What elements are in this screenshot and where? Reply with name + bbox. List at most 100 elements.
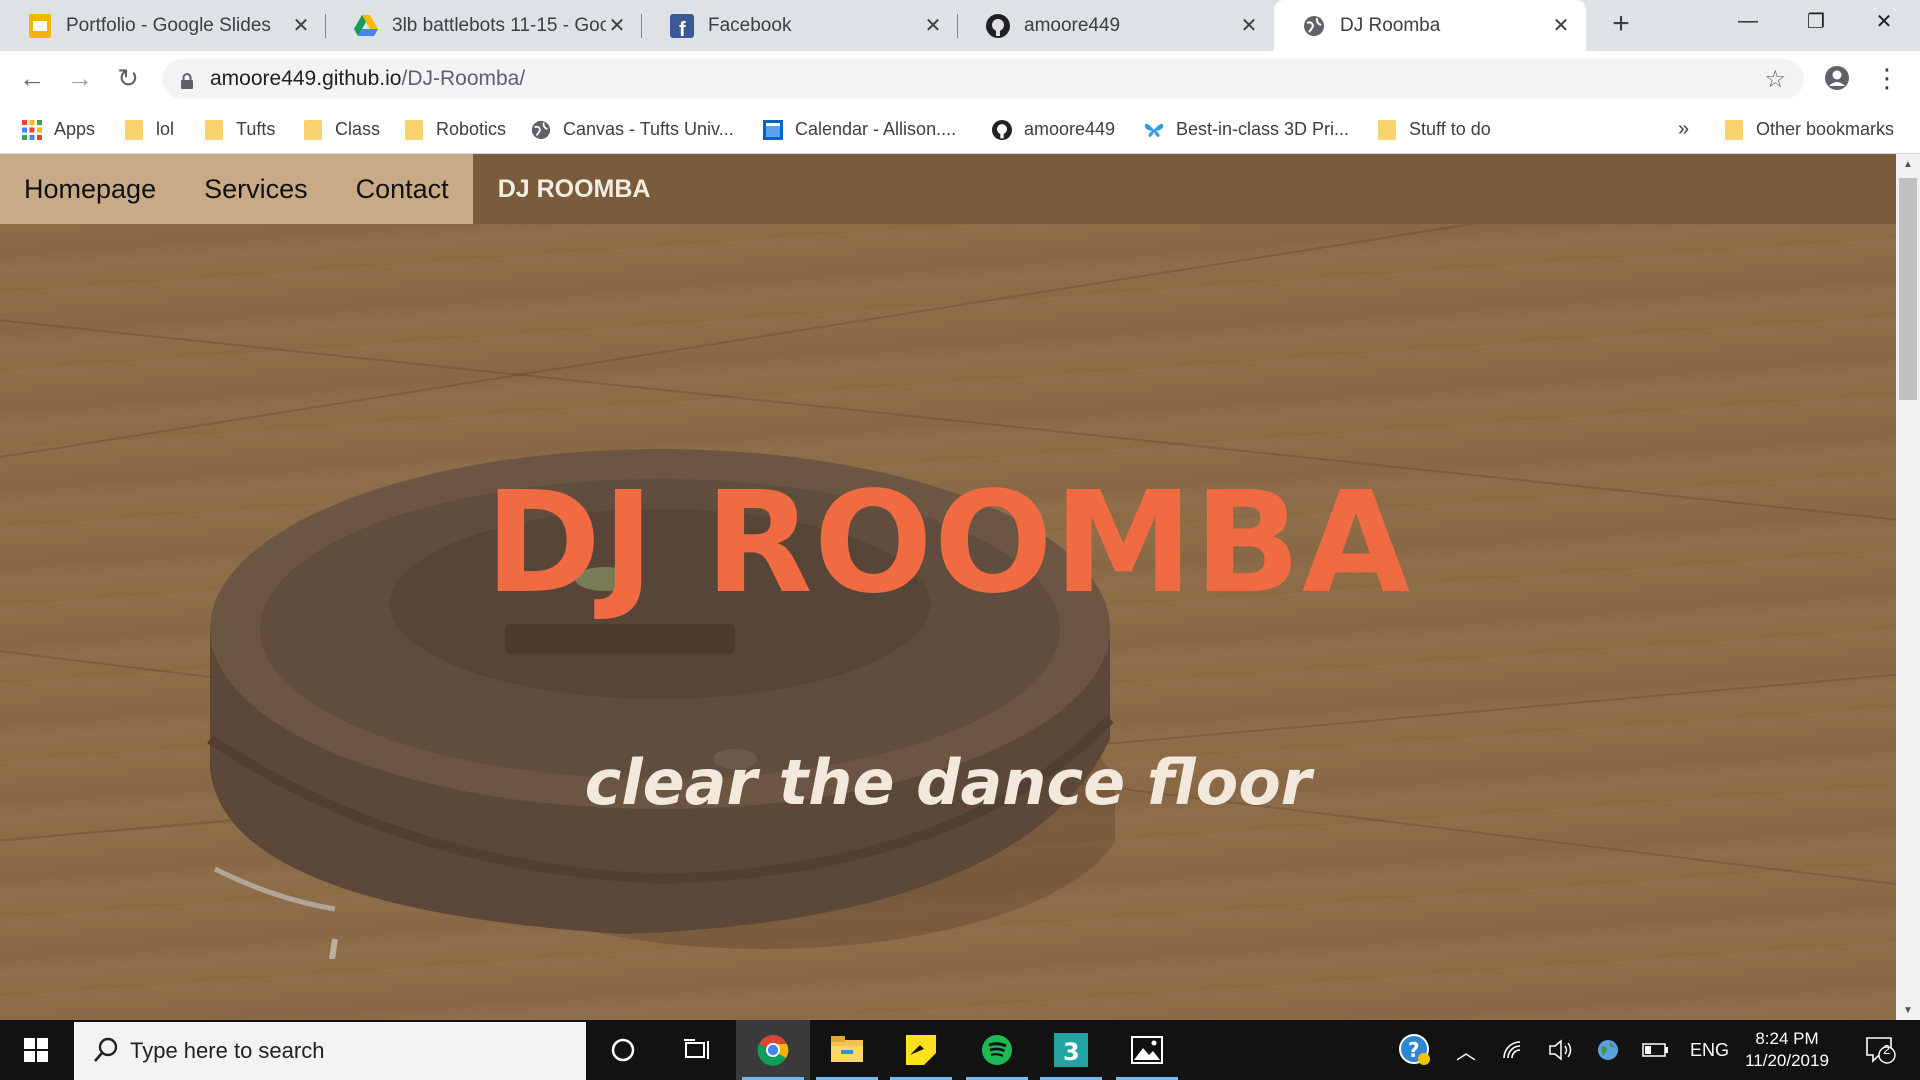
close-icon[interactable]: ✕ [606,13,628,38]
photos-icon[interactable] [1110,1020,1184,1080]
back-button[interactable]: ← [13,59,51,97]
bookmarks-overflow-button[interactable]: » [1678,105,1689,154]
forward-button[interactable]: → [61,59,99,97]
close-icon[interactable]: ✕ [922,13,944,38]
bookmark-github[interactable]: amoore449 [992,105,1115,154]
help-tray-icon[interactable]: ? [1398,1020,1432,1080]
nav-homepage[interactable]: Homepage [0,154,180,224]
notifications-icon[interactable]: 2 [1856,1020,1906,1080]
profile-avatar-icon[interactable] [1818,59,1856,97]
file-explorer-icon[interactable] [810,1020,884,1080]
scroll-up-arrow-icon[interactable]: ▲ [1896,154,1920,174]
bookmark-label: amoore449 [1024,119,1116,139]
browser-tab-strip: Portfolio - Google Slides ✕ 3lb battlebo… [0,0,1920,51]
bookmark-calendar[interactable]: Calendar - Allison.... [763,105,956,154]
tab-title: Portfolio - Google Slides [66,14,271,36]
language-indicator[interactable]: ENG [1690,1020,1729,1080]
browser-toolbar: ← → ↻ amoore449.github.io/DJ-Roomba/ ☆ ⋮ [0,51,1920,105]
chrome-menu-button[interactable]: ⋮ [1868,59,1906,97]
window-close-button[interactable]: ✕ [1850,0,1918,42]
new-tab-button[interactable]: + [1603,6,1639,42]
bookmark-label: Best-in-class 3D Pri... [1176,119,1350,139]
hero-section: DJ ROOMBA clear the dance floor [0,224,1896,1020]
bookmark-stuff-to-do[interactable]: Stuff to do [1377,105,1491,154]
scrollbar-thumb[interactable] [1899,178,1917,400]
lock-icon [180,71,194,89]
page-viewport: Homepage Services Contact DJ ROOMBA DJ R… [0,154,1896,1020]
notification-count: 2 [1883,1042,1891,1057]
page-scrollbar[interactable]: ▲ ▼ [1896,154,1920,1020]
tab-facebook[interactable]: f Facebook ✕ [642,0,958,51]
sticky-notes-icon[interactable] [884,1020,958,1080]
minimize-button[interactable]: — [1714,0,1782,42]
bookmark-lol[interactable]: lol [124,105,174,154]
close-icon[interactable]: ✕ [1550,13,1572,38]
folder-icon [1377,119,1397,140]
hero-subtitle: clear the dance floor [584,746,1312,819]
windows-taskbar: Type here to search 3 ? ︿ ENG 8:24 PM 11… [0,1020,1920,1080]
bookmark-label: Robotics [436,119,507,139]
clock-date: 11/20/2019 [1745,1051,1829,1070]
3ds-max-icon[interactable]: 3 [1034,1020,1108,1080]
bookmark-label: Other bookmarks [1756,119,1895,139]
search-placeholder: Type here to search [130,1038,325,1063]
windows-logo-icon [24,1038,48,1062]
nav-brand[interactable]: DJ ROOMBA [473,154,675,224]
svg-text:3: 3 [1063,1038,1080,1066]
bookmark-robotics[interactable]: Robotics [404,105,506,154]
scroll-down-arrow-icon[interactable]: ▼ [1896,1000,1920,1020]
restore-button[interactable]: ❐ [1782,0,1850,42]
url-path: /DJ-Roomba/ [401,67,526,90]
folder-icon [1724,119,1744,140]
reload-button[interactable]: ↻ [109,59,147,97]
tab-title: 3lb battlebots 11-15 - Goog [392,14,606,36]
url-host: amoore449.github.io [210,67,402,90]
bookmark-label: Apps [54,119,96,139]
github-icon [992,119,1012,140]
folder-icon [204,119,224,140]
spotify-icon[interactable] [960,1020,1034,1080]
bookmark-3d-print[interactable]: Best-in-class 3D Pri... [1144,105,1349,154]
task-view-icon[interactable] [660,1020,734,1080]
bookmark-class[interactable]: Class [303,105,380,154]
close-icon[interactable]: ✕ [290,13,312,38]
tab-portfolio[interactable]: Portfolio - Google Slides ✕ [0,0,326,51]
cortana-icon[interactable] [586,1020,660,1080]
nav-contact[interactable]: Contact [332,154,473,224]
taskbar-search-input[interactable]: Type here to search [74,1022,586,1080]
taskbar-clock[interactable]: 8:24 PM 11/20/2019 [1732,1028,1842,1072]
battery-icon[interactable] [1642,1020,1670,1080]
google-slides-icon [28,13,52,38]
network-globe-icon[interactable] [1596,1020,1620,1080]
clock-time: 8:24 PM [1755,1029,1819,1048]
bookmark-apps[interactable]: Apps [22,105,95,154]
tray-overflow-chevron-icon[interactable]: ︿ [1456,1020,1476,1080]
bookmark-label: Tufts [236,119,276,139]
tab-title: amoore449 [1024,14,1121,36]
bookmark-label: Class [335,119,381,139]
chrome-icon[interactable] [736,1020,810,1080]
nav-services[interactable]: Services [180,154,332,224]
butterfly-icon [1144,120,1164,140]
bookmark-tufts[interactable]: Tufts [204,105,275,154]
svg-text:?: ? [1408,1038,1420,1062]
bookmark-label: lol [156,119,175,139]
tab-github[interactable]: amoore449 ✕ [958,0,1274,51]
google-drive-icon [354,14,378,38]
tab-dj-roomba[interactable]: DJ Roomba ✕ [1274,0,1586,51]
bookmark-canvas[interactable]: Canvas - Tufts Univ... [531,105,734,154]
address-bar[interactable]: amoore449.github.io/DJ-Roomba/ ☆ [162,59,1804,99]
globe-icon [531,120,551,140]
svg-text:f: f [679,19,686,38]
tab-title: DJ Roomba [1340,14,1441,36]
bookmark-label: Calendar - Allison.... [795,119,957,139]
other-bookmarks[interactable]: Other bookmarks [1724,105,1894,154]
tab-battlebots[interactable]: 3lb battlebots 11-15 - Goog ✕ [326,0,642,51]
globe-icon [1302,14,1326,38]
bookmark-star-icon[interactable]: ☆ [1764,65,1786,94]
facebook-icon: f [670,13,694,38]
volume-icon[interactable] [1548,1020,1574,1080]
wifi-icon[interactable] [1502,1020,1526,1080]
close-icon[interactable]: ✕ [1238,13,1260,38]
start-button[interactable] [0,1020,72,1080]
